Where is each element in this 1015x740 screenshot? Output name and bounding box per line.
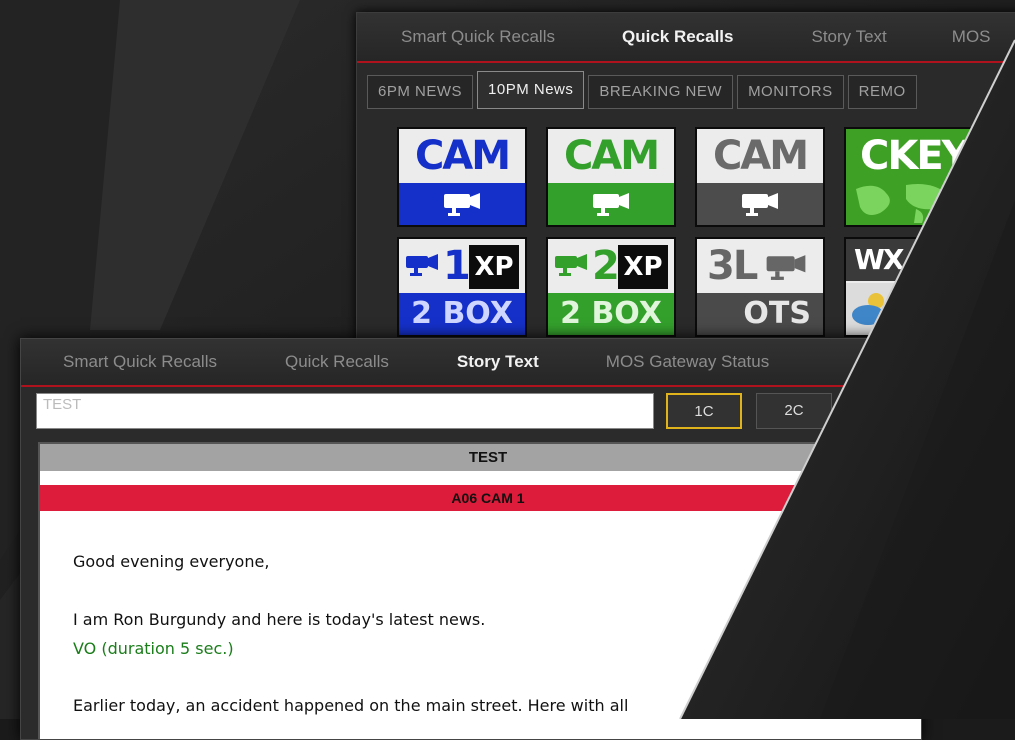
subtab-remote[interactable]: REMO (847, 75, 917, 109)
cam2-recall-tile[interactable]: CAM 2 (546, 127, 676, 227)
weather-icon (852, 293, 884, 325)
back-tab-bar: Smart Quick Recalls Quick Recalls Story … (357, 13, 1015, 63)
story-line: Earlier today, an accident happened on t… (73, 696, 629, 715)
cam1-label: CAM 1 (399, 129, 525, 225)
vo-cue: VO (duration 5 sec.) (73, 639, 234, 658)
3l-ots-tile[interactable]: 3L OTS (695, 237, 825, 337)
camera-icon (766, 255, 806, 280)
story-title: TEST (40, 444, 921, 471)
camera-icon (555, 254, 587, 276)
xp-badge: XP (618, 245, 668, 289)
ckey-label: CKEY (860, 133, 971, 179)
show-subtabs: 6PM NEWS 10PM News BREAKING NEW MONITORS… (367, 71, 921, 109)
camera-icon (444, 193, 480, 216)
cam1-2box-tile[interactable]: 1 XP 2 BOX (397, 237, 527, 337)
front-tab-bar: Smart Quick Recalls Quick Recalls Story … (21, 339, 921, 387)
back-tab-smart-quick-recalls[interactable]: Smart Quick Recalls (401, 27, 555, 47)
story-search-input[interactable]: TEST (36, 393, 654, 429)
tab-quick-recalls[interactable]: Quick Recalls (285, 352, 389, 372)
quick-recalls-panel: Smart Quick Recalls Quick Recalls Story … (356, 12, 1015, 354)
cam1-recall-tile[interactable]: CAM 1 (397, 127, 527, 227)
xp-badge: XP (469, 245, 519, 289)
2box-label: 2 BOX (548, 293, 674, 335)
camera-icon (742, 193, 778, 216)
subtab-6pm-news[interactable]: 6PM NEWS (367, 75, 474, 109)
2box-label: 2 BOX (399, 293, 525, 335)
subtab-monitors[interactable]: MONITORS (737, 75, 844, 109)
story-document: TEST A06 CAM 1 Good evening everyone, I … (38, 442, 921, 739)
tab-smart-quick-recalls[interactable]: Smart Quick Recalls (63, 352, 217, 372)
camera-icon (593, 193, 629, 216)
story-text-panel: Smart Quick Recalls Quick Recalls Story … (20, 338, 922, 740)
cam2-label: CAM 2 (548, 129, 674, 225)
subtab-breaking-news[interactable]: BREAKING NEW (588, 75, 734, 109)
back-tab-quick-recalls[interactable]: Quick Recalls (622, 27, 734, 47)
cam3-label: CAM 3 (697, 129, 823, 225)
wx-label: WX (846, 239, 972, 281)
ckey-recall-tile[interactable]: CKEY (844, 127, 974, 227)
ots-label: OTS (697, 293, 823, 335)
story-line: Good evening everyone, (73, 552, 270, 571)
camera-2c-button[interactable]: 2C (756, 393, 832, 429)
cam2-2box-tile[interactable]: 2 XP 2 BOX (546, 237, 676, 337)
back-tab-story-text[interactable]: Story Text (812, 27, 887, 47)
camera-cue-bar: A06 CAM 1 (40, 485, 921, 511)
cam-number: 2 (592, 243, 620, 289)
wx-recall-tile[interactable]: WX (844, 237, 974, 337)
cam-number: 1 (443, 243, 471, 289)
subtab-10pm-news[interactable]: 10PM News (477, 71, 585, 109)
tab-mos-gateway-status[interactable]: MOS Gateway Status (606, 352, 769, 372)
back-tab-mos[interactable]: MOS (952, 27, 991, 47)
story-line: I am Ron Burgundy and here is today's la… (73, 610, 486, 629)
cam3-recall-tile[interactable]: CAM 3 (695, 127, 825, 227)
tab-story-text[interactable]: Story Text (457, 352, 539, 372)
world-map-icon (856, 184, 948, 223)
camera-icon (406, 254, 438, 276)
camera-1c-button[interactable]: 1C (666, 393, 742, 429)
